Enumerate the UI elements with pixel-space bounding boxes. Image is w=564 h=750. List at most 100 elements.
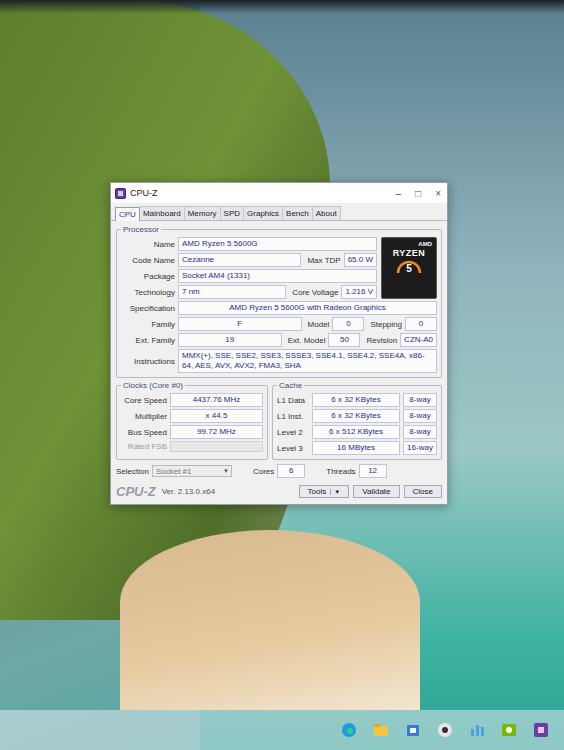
cache-value: 6 x 32 KBytes — [312, 409, 400, 423]
ryzen-logo: AMDRYZEN5 — [381, 237, 437, 299]
taskbar — [0, 710, 564, 750]
field-value: MMX(+), SSE, SSE2, SSE3, SSSE3, SSE4.1, … — [178, 349, 437, 373]
field: Stepping0 — [367, 317, 437, 331]
footer-button[interactable]: Validate — [353, 485, 399, 498]
select-arrow: ▼ — [223, 468, 229, 474]
edge-icon[interactable] — [340, 721, 358, 739]
field-value: 19 — [178, 333, 282, 347]
field-row: Ext. Family19Ext. Model50RevisionCZN-A0 — [121, 333, 437, 347]
store-icon[interactable] — [404, 721, 422, 739]
clock-value — [170, 441, 263, 452]
cpuz-window: CPU-Z –□ × CPUMainboardMemorySPDGraphicsBen… — [110, 182, 448, 505]
folder-icon[interactable] — [372, 721, 390, 739]
socket-select[interactable]: Socket #1▼ — [152, 465, 232, 477]
cache-row: Level 26 x 512 KBytes8-way — [277, 425, 437, 439]
tab[interactable]: CPU — [115, 207, 140, 221]
lower-groups: Clocks (Core #0)Core Speed4437.76 MHzMul… — [116, 381, 442, 460]
window-control-button[interactable]: – — [394, 188, 404, 199]
button-arrow: ▼ — [330, 489, 340, 495]
cpuz-taskbar-icon[interactable] — [532, 721, 550, 739]
field: InstructionsMMX(+), SSE, SSE2, SSE3, SSS… — [121, 349, 437, 373]
clock-label: Multiplier — [121, 412, 167, 421]
field-label: Instructions — [121, 357, 175, 366]
taskbar-icons — [340, 721, 550, 739]
threads-value: 12 — [359, 464, 387, 478]
clock-value: 99.72 MHz — [170, 425, 263, 439]
field-value: 7 nm — [178, 285, 286, 299]
selection-label: Selection — [116, 467, 149, 476]
field-label: Core Voltage — [289, 288, 338, 297]
field: Model0 — [305, 317, 365, 331]
field-label: Ext. Model — [285, 336, 326, 345]
field-label: Max TDP — [304, 256, 340, 265]
footer-button[interactable]: Tools▼ — [299, 485, 350, 498]
footer-button[interactable]: Close — [404, 485, 442, 498]
field-value: 0 — [332, 317, 364, 331]
cache-label: L1 Inst. — [277, 412, 309, 421]
field-row: InstructionsMMX(+), SSE, SSE2, SSE3, SSS… — [121, 349, 437, 373]
field-label: Model — [305, 320, 330, 329]
group-title: Clocks (Core #0) — [121, 381, 185, 390]
field-label: Package — [121, 272, 175, 281]
tab[interactable]: Graphics — [243, 206, 283, 220]
field-value: 65.0 W — [344, 253, 377, 267]
window-control-button[interactable]: □ — [413, 188, 423, 199]
window-controls: –□ × — [394, 188, 443, 199]
field: Ext. Model50 — [285, 333, 361, 347]
tab[interactable]: Memory — [184, 206, 221, 220]
field-label: Name — [121, 240, 175, 249]
window-title: CPU-Z — [130, 188, 158, 198]
button-label: Tools — [308, 487, 327, 496]
select-value: Socket #1 — [156, 467, 223, 476]
cache-label: Level 3 — [277, 444, 309, 453]
field-label: Specification — [121, 304, 175, 313]
field: FamilyF — [121, 317, 302, 331]
button-group: Tools▼ValidateClose — [299, 485, 442, 498]
clock-label: Bus Speed — [121, 428, 167, 437]
cores-label: Cores — [235, 467, 274, 476]
tab[interactable]: About — [312, 206, 341, 220]
group-title: Processor — [121, 225, 161, 234]
cache-label: L1 Data — [277, 396, 309, 405]
field-value: AMD Ryzen 5 5600G — [178, 237, 377, 251]
field-value: F — [178, 317, 302, 331]
cache-ways: 8-way — [403, 425, 437, 439]
tab[interactable]: Bench — [282, 206, 313, 220]
field-value: Socket AM4 (1331) — [178, 269, 377, 283]
nvidia-icon[interactable] — [500, 721, 518, 739]
chart-icon[interactable] — [468, 721, 486, 739]
tab-bar: CPUMainboardMemorySPDGraphicsBenchAbout — [111, 203, 447, 221]
cache-group: Cache L1 Data6 x 32 KBytes8-way L1 Inst.6 … — [272, 381, 442, 460]
app-icon[interactable] — [436, 721, 454, 739]
field: RevisionCZN-A0 — [363, 333, 437, 347]
window-control-button[interactable]: × — [433, 188, 443, 199]
field: Core Voltage1.216 V — [289, 285, 377, 299]
clock-label: Rated FSB — [121, 442, 167, 451]
version-label: Ver. 2.13.0.x64 — [162, 487, 215, 496]
processor-top-rows: NameAMD Ryzen 5 5600GCode NameCezanneMax… — [121, 235, 377, 299]
clock-label: Core Speed — [121, 396, 167, 405]
group-title: Cache — [277, 381, 304, 390]
tab[interactable]: SPD — [220, 206, 244, 220]
field-label: Revision — [363, 336, 397, 345]
field-label: Stepping — [367, 320, 402, 329]
field-label: Family — [121, 320, 175, 329]
field: Technology7 nm — [121, 285, 286, 299]
field-value: 1.216 V — [341, 285, 377, 299]
wallpaper-beach — [120, 530, 420, 710]
field-value: 0 — [405, 317, 437, 331]
brand-label: CPU-Z — [116, 484, 156, 499]
clock-row: Multiplierx 44.5 — [121, 409, 263, 423]
field: Max TDP 65.0 W — [304, 253, 377, 267]
title-bar: CPU-Z –□ × — [111, 183, 447, 203]
cache-row: L1 Data6 x 32 KBytes8-way — [277, 393, 437, 407]
cache-label: Level 2 — [277, 428, 309, 437]
cache-value: 6 x 512 KBytes — [312, 425, 400, 439]
field-value: Cezanne — [178, 253, 301, 267]
cache-ways: 16-way — [403, 441, 437, 455]
monitor-bezel — [0, 0, 564, 14]
threads-label: Threads — [308, 467, 355, 476]
tab[interactable]: Mainboard — [139, 206, 185, 220]
field-label: Ext. Family — [121, 336, 175, 345]
field: Ext. Family19 — [121, 333, 282, 347]
